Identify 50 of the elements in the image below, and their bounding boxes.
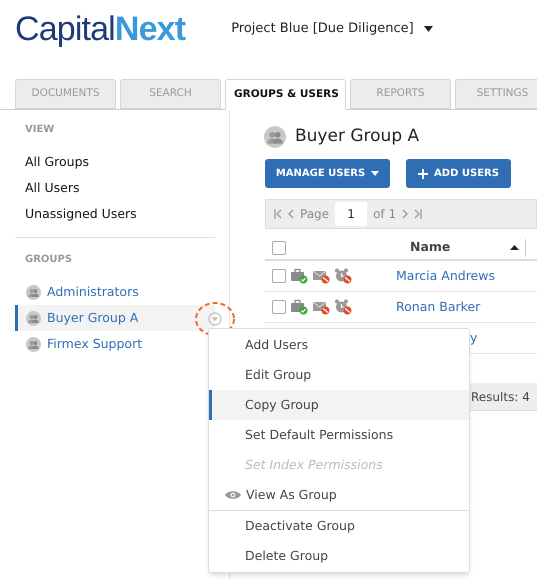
eye-icon: [225, 490, 241, 500]
last-page-icon[interactable]: [414, 209, 422, 219]
tab[interactable]: GROUPS & USERS: [225, 79, 346, 110]
manage-users-button[interactable]: MANAGE USERS: [265, 159, 390, 188]
dropdown-toggle-icon[interactable]: [194, 300, 236, 338]
briefcase-check-icon: [290, 268, 308, 284]
column-header[interactable]: Name: [410, 238, 510, 257]
page-label: Page: [300, 206, 330, 223]
page-field[interactable]: 1: [335, 202, 368, 226]
envelope-blocked-icon: [312, 299, 330, 315]
group-item[interactable]: Administrators: [15, 279, 215, 305]
menu-item[interactable]: Deactivate Group: [209, 511, 469, 541]
user-name-link[interactable]: y: [470, 328, 478, 348]
logo: CapitalNext: [15, 12, 186, 46]
checkbox[interactable]: [272, 300, 286, 314]
briefcase-check-icon: [290, 299, 308, 315]
section-heading: VIEW: [24, 123, 56, 137]
group-avatar-icon: [26, 310, 41, 326]
menu-item[interactable]: View As Group: [209, 480, 469, 510]
group-title: Buyer Group A: [295, 125, 420, 148]
group-avatar-icon: [26, 336, 41, 352]
caret-icon: [371, 171, 380, 176]
view-link[interactable]: All Users: [15, 175, 80, 201]
add-users-button[interactable]: ADD USERS: [406, 159, 511, 188]
group-item[interactable]: Buyer Group A: [15, 305, 215, 331]
envelope-blocked-icon: [312, 268, 330, 284]
menu-item[interactable]: Set Default Permissions: [209, 420, 469, 450]
group-avatar-icon: [264, 126, 286, 148]
page-count: of 1: [373, 206, 396, 223]
checkbox[interactable]: [272, 240, 286, 254]
menu-item[interactable]: Delete Group: [209, 541, 469, 571]
project-selector[interactable]: Project Blue [Due Diligence]: [231, 19, 433, 39]
next-page-icon[interactable]: [402, 209, 408, 219]
group-avatar-icon: [26, 284, 41, 300]
first-page-icon[interactable]: [274, 209, 282, 219]
alarm-clock-blocked-icon: [334, 268, 352, 284]
section-heading: GROUPS: [24, 253, 74, 267]
view-link[interactable]: All Groups: [15, 149, 90, 175]
caret-icon: [424, 26, 433, 32]
view-link[interactable]: Unassigned Users: [15, 201, 137, 227]
alarm-clock-blocked-icon: [334, 299, 352, 315]
user-name-link[interactable]: Marcia Andrews: [396, 266, 495, 286]
checkbox[interactable]: [272, 269, 286, 283]
previous-page-icon[interactable]: [288, 209, 294, 219]
plus-icon: [418, 168, 428, 178]
sort-ascending-icon[interactable]: [510, 245, 519, 250]
results-count: Results: 4: [471, 388, 530, 406]
menu-item[interactable]: Copy Group: [209, 390, 469, 420]
user-name-link[interactable]: Ronan Barker: [396, 298, 480, 316]
menu-item[interactable]: Edit Group: [209, 360, 469, 390]
